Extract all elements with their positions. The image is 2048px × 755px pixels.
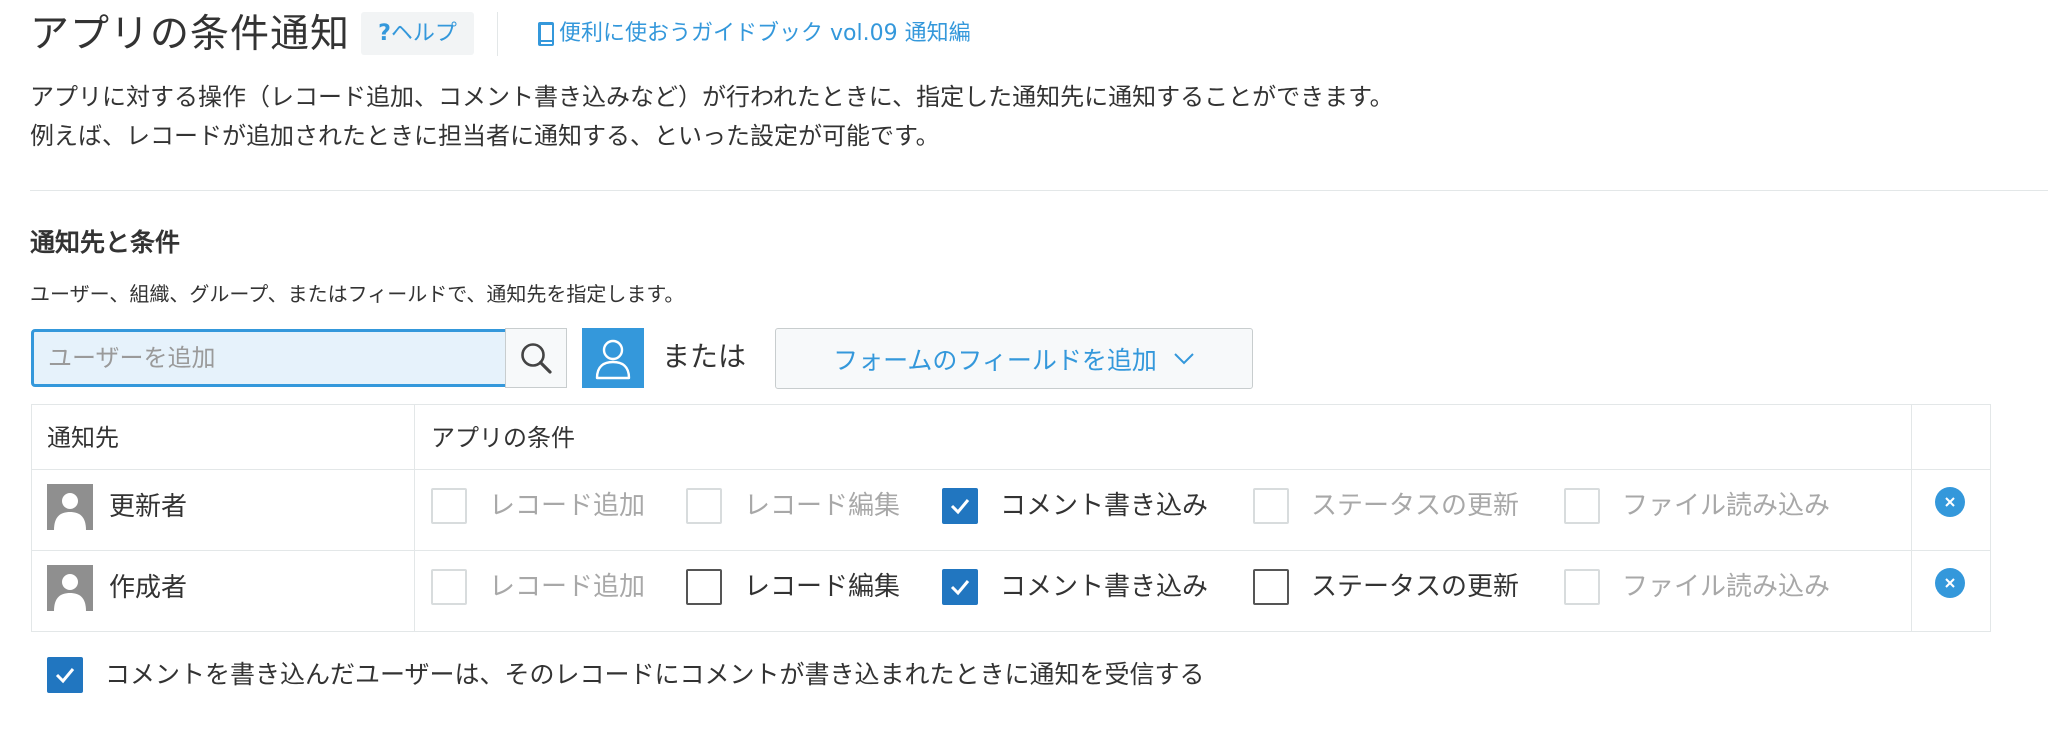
section-description: ユーザー、組織、グループ、またはフィールドで、通知先を指定します。 bbox=[30, 282, 685, 306]
condition-label: コメント書き込み bbox=[1000, 491, 1209, 521]
table-col-divider bbox=[1911, 404, 1912, 632]
delete-row-button[interactable] bbox=[1935, 487, 1965, 517]
condition-record-edit[interactable]: レコード編集 bbox=[686, 567, 900, 607]
help-icon: ? bbox=[378, 21, 391, 46]
delete-row-button[interactable] bbox=[1935, 568, 1965, 598]
avatar bbox=[47, 484, 93, 530]
condition-record-add: レコード追加 bbox=[431, 486, 645, 526]
checkmark-icon bbox=[950, 499, 970, 515]
recipient-label: 更新者 bbox=[109, 492, 188, 522]
table-header-divider bbox=[31, 469, 1991, 470]
checkbox bbox=[1253, 488, 1289, 524]
condition-label: ステータスの更新 bbox=[1311, 572, 1520, 602]
add-form-field-button[interactable]: フォームのフィールドを追加 bbox=[775, 328, 1253, 389]
checkbox bbox=[1564, 569, 1600, 605]
condition-label: レコード編集 bbox=[744, 491, 901, 521]
condition-label: レコード追加 bbox=[489, 491, 646, 521]
header-divider bbox=[497, 12, 498, 56]
condition-label: レコード追加 bbox=[489, 572, 646, 602]
column-header-conditions: アプリの条件 bbox=[431, 424, 575, 452]
condition-label: コメント書き込み bbox=[1000, 572, 1209, 602]
condition-record-add: レコード追加 bbox=[431, 567, 645, 607]
table-row bbox=[47, 565, 93, 611]
checkbox-checked[interactable] bbox=[942, 569, 978, 605]
notify-commenter-checkbox[interactable] bbox=[47, 657, 83, 693]
checkbox[interactable] bbox=[686, 569, 722, 605]
condition-record-edit: レコード編集 bbox=[686, 486, 900, 526]
search-icon bbox=[521, 343, 552, 374]
checkbox bbox=[686, 488, 722, 524]
close-icon bbox=[1945, 578, 1955, 588]
recipient-label: 作成者 bbox=[109, 573, 188, 603]
condition-status-update[interactable]: ステータスの更新 bbox=[1253, 567, 1519, 607]
user-avatar-icon bbox=[54, 493, 86, 530]
page-title: アプリの条件通知 bbox=[30, 12, 351, 57]
checkbox bbox=[431, 488, 467, 524]
help-label: ヘルプ bbox=[390, 21, 457, 46]
condition-file-read: ファイル読み込み bbox=[1564, 567, 1830, 607]
chevron-down-icon bbox=[1173, 352, 1195, 366]
notify-commenter-label: コメントを書き込んだユーザーは、そのレコードにコメントが書き込まれたときに通知を… bbox=[105, 660, 1205, 689]
condition-file-read: ファイル読み込み bbox=[1564, 486, 1830, 526]
or-text: または bbox=[662, 340, 747, 373]
description-line-2: 例えば、レコードが追加されたときに担当者に通知する、といった設定が可能です。 bbox=[30, 122, 940, 150]
search-button[interactable] bbox=[505, 328, 567, 388]
checkbox bbox=[1564, 488, 1600, 524]
condition-comment[interactable]: コメント書き込み bbox=[942, 567, 1208, 607]
condition-label: ファイル読み込み bbox=[1622, 491, 1831, 521]
notify-commenter-option[interactable]: コメントを書き込んだユーザーは、そのレコードにコメントが書き込まれたときに通知を… bbox=[47, 657, 1205, 693]
checkmark-icon bbox=[55, 668, 75, 684]
condition-label: ファイル読み込み bbox=[1622, 572, 1831, 602]
guidebook-link-label: 便利に使おうガイドブック vol.09 通知編 bbox=[559, 21, 971, 46]
avatar bbox=[47, 565, 93, 611]
guidebook-link[interactable]: 便利に使おうガイドブック vol.09 通知編 bbox=[537, 18, 971, 50]
condition-status-update: ステータスの更新 bbox=[1253, 486, 1519, 526]
section-title: 通知先と条件 bbox=[30, 228, 181, 257]
condition-label: ステータスの更新 bbox=[1311, 491, 1520, 521]
checkbox-checked[interactable] bbox=[942, 488, 978, 524]
user-picker-button[interactable] bbox=[582, 328, 644, 388]
table-col-divider bbox=[414, 404, 415, 632]
section-divider bbox=[30, 190, 2048, 191]
checkbox bbox=[431, 569, 467, 605]
book-icon bbox=[538, 22, 554, 46]
close-icon bbox=[1945, 497, 1955, 507]
add-form-field-label: フォームのフィールドを追加 bbox=[833, 345, 1157, 375]
user-avatar-icon bbox=[54, 574, 86, 611]
user-search-input[interactable] bbox=[31, 329, 531, 387]
description-line-1: アプリに対する操作（レコード追加、コメント書き込みなど）が行われたときに、指定し… bbox=[30, 83, 1394, 111]
checkbox[interactable] bbox=[1253, 569, 1289, 605]
help-button[interactable]: ?ヘルプ bbox=[361, 12, 474, 55]
user-icon bbox=[595, 339, 631, 380]
table-row bbox=[47, 484, 93, 530]
table-row-divider bbox=[31, 550, 1991, 551]
condition-label: レコード編集 bbox=[744, 572, 901, 602]
checkmark-icon bbox=[950, 580, 970, 596]
condition-comment[interactable]: コメント書き込み bbox=[942, 486, 1208, 526]
column-header-recipient: 通知先 bbox=[47, 424, 119, 452]
